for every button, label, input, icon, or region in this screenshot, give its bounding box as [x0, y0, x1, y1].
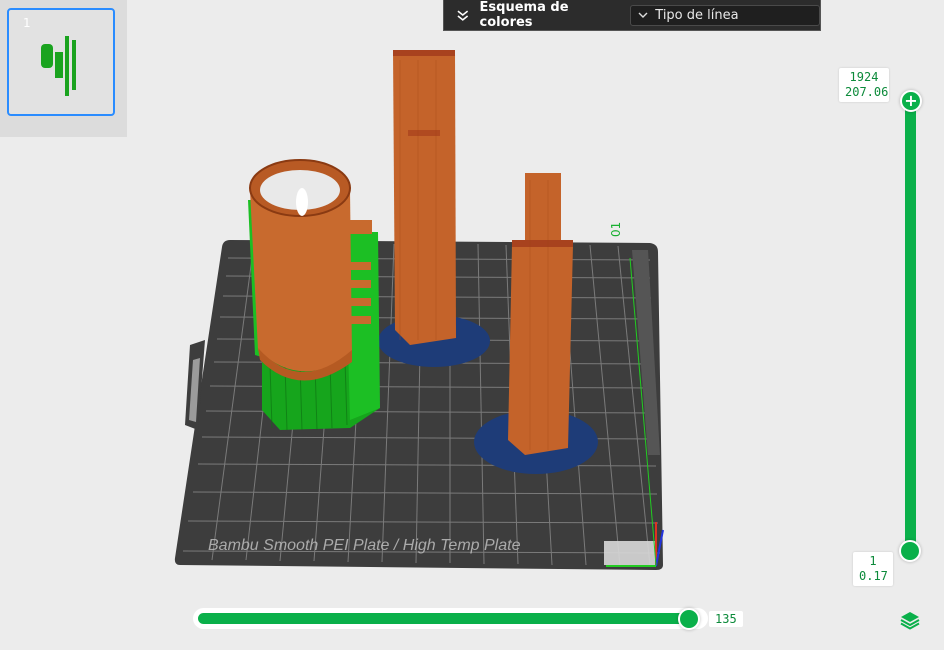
tower-part-1 [393, 50, 456, 345]
chevron-down-icon [638, 12, 648, 18]
layer-top-label: 1924 207.06 [839, 68, 889, 102]
plate-thumbnail[interactable]: 1 [7, 8, 115, 116]
layer-bottom-height: 0.17 [859, 569, 888, 583]
3d-viewport[interactable]: Bambu Smooth PEI Plate / High Temp Plate… [0, 0, 944, 650]
layer-slider-track[interactable] [905, 100, 916, 552]
layers-icon[interactable] [899, 609, 921, 631]
layer-top-number: 1924 [849, 70, 879, 84]
move-slider-track[interactable] [198, 613, 694, 624]
layer-bottom-label: 1 0.17 [853, 552, 893, 586]
color-scheme-bar: Esquema de colores Tipo de línea [443, 0, 821, 31]
plate-preview-icon [41, 36, 76, 96]
layer-bottom-number: 1 [869, 554, 877, 568]
layer-top-height: 207.06 [845, 85, 889, 99]
plus-icon: + [904, 91, 918, 110]
tower-part-2 [508, 173, 573, 455]
move-slider-value: 135 [709, 611, 743, 627]
collapse-chevron-icon[interactable] [456, 8, 470, 22]
move-slider-handle[interactable] [678, 608, 700, 630]
color-scheme-label: Esquema de colores [479, 0, 569, 30]
color-scheme-value: Tipo de línea [655, 7, 739, 23]
layer-slider-bottom-handle[interactable] [899, 540, 921, 562]
plate-name-text: Bambu Smooth PEI Plate / High Temp Plate [208, 537, 521, 554]
layer-slider-top-handle[interactable]: + [900, 90, 922, 112]
plate-list-panel: 1 [0, 0, 127, 137]
plate-corner-label: 01 [609, 222, 623, 237]
color-scheme-select[interactable]: Tipo de línea [630, 4, 820, 26]
